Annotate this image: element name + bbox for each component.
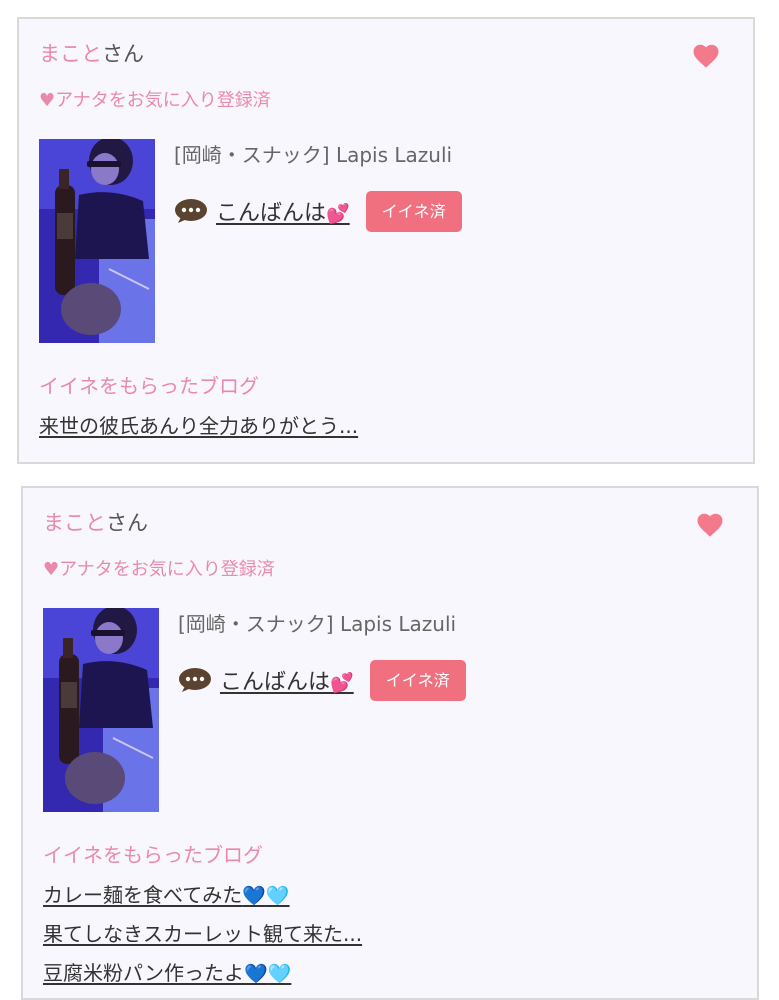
comment-link[interactable]: こんばんは💕 [220, 664, 354, 696]
blog-link[interactable]: カレー麺を食べてみた💙🩵 [43, 883, 290, 907]
list-item: カレー麺を食べてみた💙🩵 [43, 881, 362, 920]
honorific: さん [102, 42, 144, 66]
list-item: 来世の彼氏あんり全力ありがとう... [39, 412, 358, 451]
shop-info: [岡崎・スナック] Lapis Lazuli [174, 143, 453, 167]
list-item: 豆腐米粉パン作ったよ💙🩵 [43, 959, 362, 998]
favorite-button[interactable] [691, 41, 721, 71]
post-photo [43, 608, 159, 812]
heart-icon [693, 44, 719, 68]
favorite-status: ♥アナタをお気に入り登録済 [43, 559, 275, 580]
two-hearts-emoji: 💕 [326, 203, 350, 225]
post-thumbnail[interactable] [39, 139, 155, 343]
comment-text: こんばんは [220, 670, 331, 695]
liked-blogs-list: カレー麺を食べてみた💙🩵 果てしなきスカーレット観て来た... 豆腐米粉パン作っ… [43, 881, 362, 998]
favorite-status: ♥アナタをお気に入り登録済 [39, 90, 271, 111]
user-name-line: まことさん [43, 508, 148, 538]
heart-icon [697, 513, 723, 537]
blog-link[interactable]: 果てしなきスカーレット観て来た... [43, 922, 362, 946]
like-badge[interactable]: イイネ済 [369, 659, 466, 701]
blog-link[interactable]: 豆腐米粉パン作ったよ💙🩵 [43, 961, 291, 985]
honorific: さん [106, 511, 148, 535]
blog-title: カレー麺を食べてみた [43, 883, 243, 907]
two-hearts-emoji: 💕 [330, 672, 354, 694]
blog-link[interactable]: 来世の彼氏あんり全力ありがとう... [39, 414, 358, 438]
list-item: 果てしなきスカーレット観て来た... [43, 920, 362, 959]
comment-text: こんばんは [216, 201, 327, 226]
user-name-line: まことさん [39, 39, 144, 69]
speech-bubble-icon [175, 199, 207, 223]
liked-blogs-heading: イイネをもらったブログ [43, 843, 263, 867]
user-name[interactable]: まこと [39, 42, 102, 66]
liked-blogs-heading: イイネをもらったブログ [39, 374, 259, 398]
speech-bubble-icon [179, 668, 211, 692]
like-badge[interactable]: イイネ済 [365, 190, 462, 232]
liked-blogs-list: 来世の彼氏あんり全力ありがとう... [39, 412, 358, 451]
post-photo [39, 139, 155, 343]
favorite-button[interactable] [695, 510, 725, 540]
blue-heart-emoji: 💙 [244, 963, 268, 985]
user-name[interactable]: まこと [43, 511, 106, 535]
comment-row: こんばんは💕 イイネ済 [174, 189, 462, 233]
light-blue-heart-emoji: 🩵 [267, 963, 292, 985]
light-blue-heart-emoji: 🩵 [265, 885, 290, 907]
post-thumbnail[interactable] [43, 608, 159, 812]
user-card: まことさん ♥アナタをお気に入り登録済 [岡崎・スナック] Lapis Lazu… [21, 486, 759, 1000]
user-card: まことさん ♥アナタをお気に入り登録済 [岡崎・スナック] Lapis Lazu… [17, 17, 755, 464]
comment-link[interactable]: こんばんは💕 [216, 195, 350, 227]
shop-info: [岡崎・スナック] Lapis Lazuli [178, 612, 457, 636]
comment-row: こんばんは💕 イイネ済 [178, 658, 466, 702]
blue-heart-emoji: 💙 [242, 885, 266, 907]
blog-title: 豆腐米粉パン作ったよ [43, 961, 244, 985]
